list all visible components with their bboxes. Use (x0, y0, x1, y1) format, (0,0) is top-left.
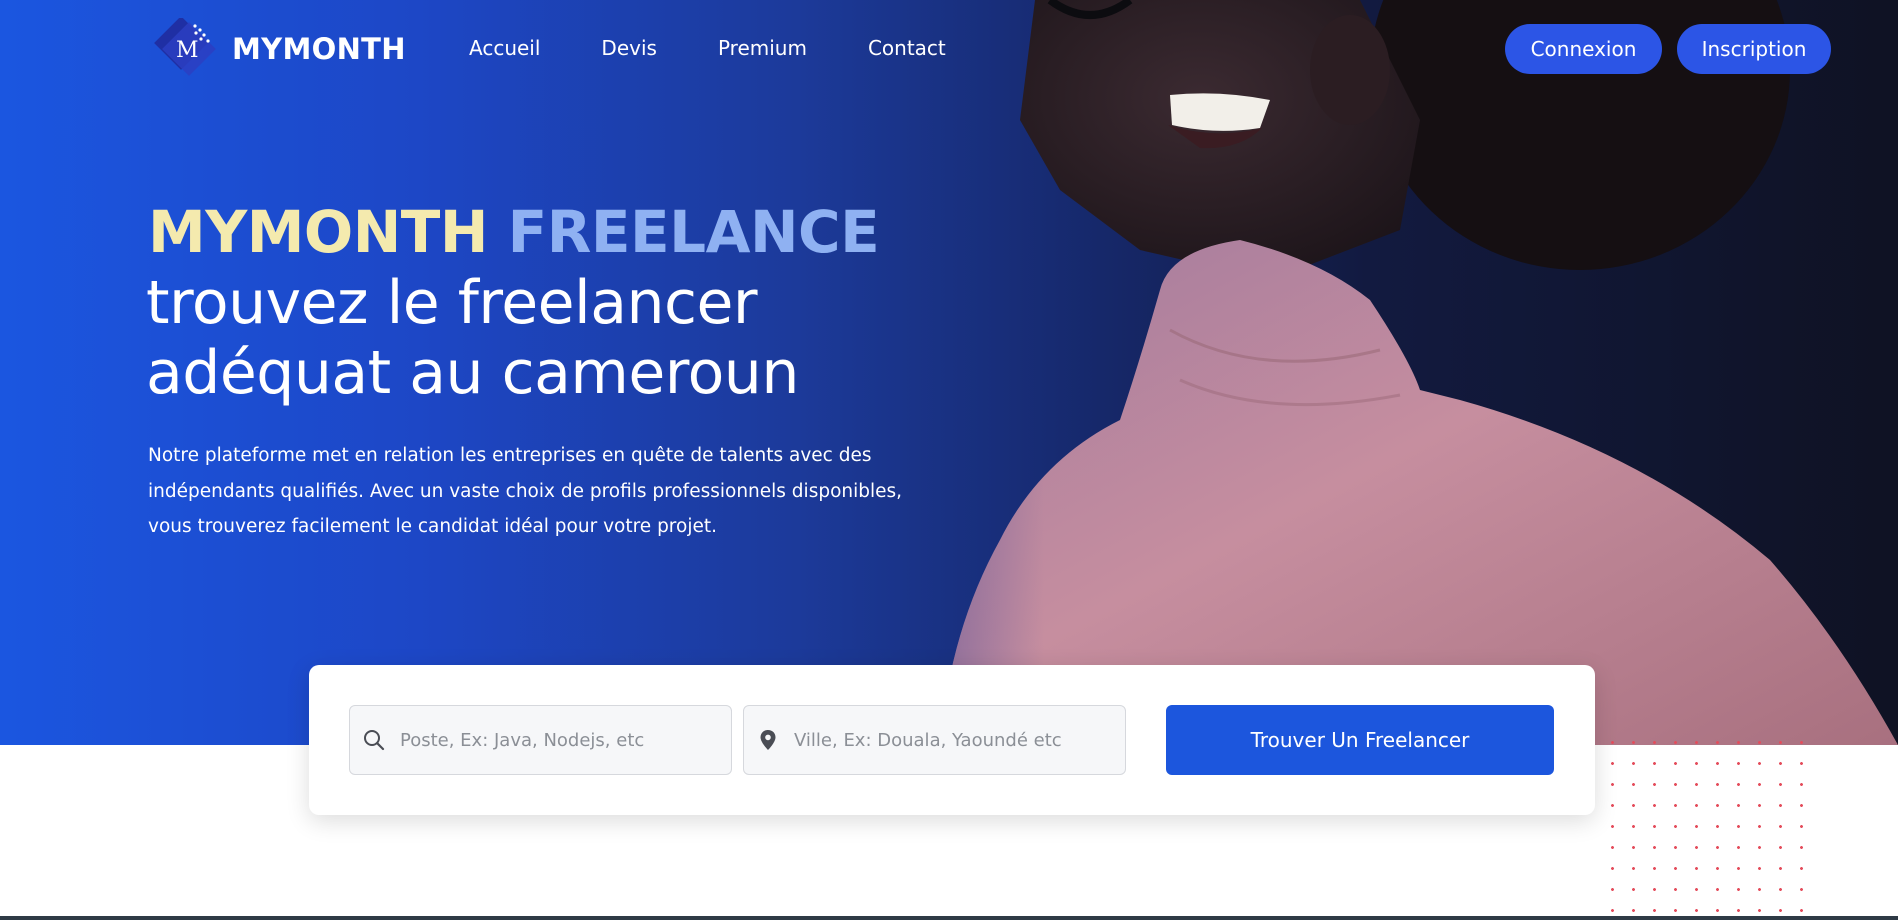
main-nav: Accueil Devis Premium Contact (469, 36, 1007, 60)
city-search-field[interactable] (743, 705, 1126, 775)
hero-headline: trouvez le freelancer adéquat au camerou… (146, 268, 799, 408)
location-pin-icon (760, 730, 776, 750)
nav-item-accueil[interactable]: Accueil (469, 36, 540, 60)
hero-brand-title: MYMONTH FREELANCE (148, 198, 880, 266)
next-section-edge (0, 916, 1898, 920)
logo-diamond-icon: M (148, 18, 218, 80)
hero-headline-line1: trouvez le freelancer (146, 268, 758, 338)
hero-title-part2: FREELANCE (507, 198, 880, 266)
job-search-field[interactable] (349, 705, 732, 775)
find-freelancer-button[interactable]: Trouver Un Freelancer (1166, 705, 1554, 775)
nav-item-premium[interactable]: Premium (718, 36, 807, 60)
login-button[interactable]: Connexion (1505, 24, 1662, 74)
search-icon (364, 730, 385, 751)
search-card: Trouver Un Freelancer (309, 665, 1595, 815)
hero-description: Notre plateforme met en relation les ent… (148, 445, 903, 537)
hero-headline-line2: adéquat au cameroun (146, 338, 799, 408)
signup-button[interactable]: Inscription (1677, 24, 1831, 74)
hero-section: M MYMONTH Accueil Devis Premium Contact … (0, 0, 1898, 745)
brand-name: MYMONTH (232, 32, 406, 66)
dot-pattern-decoration (1602, 732, 1812, 920)
city-search-input[interactable] (794, 729, 1114, 751)
nav-item-contact[interactable]: Contact (868, 36, 946, 60)
hero-photo (940, 0, 1898, 745)
hero-title-part1: MYMONTH (148, 198, 488, 266)
brand-logo[interactable]: M MYMONTH (148, 18, 406, 80)
logo-letter: M (176, 38, 199, 63)
nav-item-devis[interactable]: Devis (601, 36, 657, 60)
job-search-input[interactable] (400, 729, 720, 751)
